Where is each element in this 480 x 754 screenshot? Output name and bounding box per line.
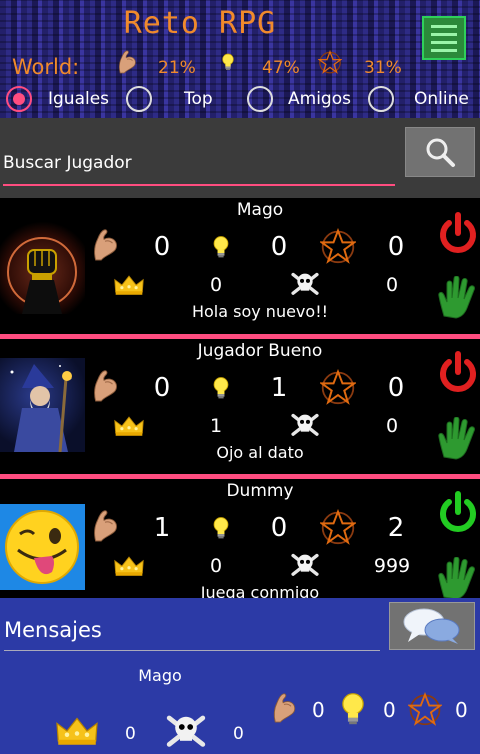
pentagram-icon: [408, 692, 442, 726]
message-kills-value: 0: [233, 724, 244, 744]
wisdom-value: 0: [270, 232, 288, 262]
message-magic-value: 0: [455, 698, 468, 722]
pentagram-icon: [318, 50, 342, 74]
wisdom-value: 0: [270, 513, 288, 543]
chat-button[interactable]: [389, 602, 475, 650]
kills-value: 999: [373, 555, 411, 577]
pentagram-icon: [320, 228, 356, 264]
arm-icon: [90, 228, 120, 262]
arm-icon: [90, 369, 120, 403]
crown-icon: [113, 274, 145, 296]
message-crowns-value: 0: [125, 724, 136, 744]
skull-icon: [288, 270, 322, 296]
player-name: Mago: [236, 200, 284, 220]
arm-icon: [116, 49, 138, 75]
messages-panel: Mensajes Mago 0 0 0 0 0: [0, 598, 480, 754]
strength-value: 1: [153, 513, 171, 543]
fist-icon: [0, 220, 85, 314]
radio-amigos[interactable]: [247, 86, 273, 112]
magic-value: 0: [387, 373, 405, 403]
player-card[interactable]: Jugador Bueno 0 1 0 1 0 Ojo al dato: [0, 339, 480, 475]
magic-value: 0: [387, 232, 405, 262]
power-icon[interactable]: [436, 212, 480, 256]
crown-icon: [113, 555, 145, 577]
radio-iguales[interactable]: [6, 86, 32, 112]
message-strength-value: 0: [312, 698, 325, 722]
world-strength-percent: 21%: [158, 58, 196, 78]
app-title: Reto RPG: [123, 6, 277, 41]
search-icon: [426, 138, 455, 167]
message-sender-name: Mago: [138, 666, 182, 685]
radio-top[interactable]: [126, 86, 152, 112]
messages-title: Mensajes: [4, 618, 102, 642]
arm-icon: [90, 509, 120, 543]
search-underline: [3, 184, 395, 186]
lightbulb-icon: [210, 515, 232, 541]
player-card[interactable]: Dummy 1 0 2 0 999 Juega conmigo: [0, 479, 480, 615]
filter-radio-group: Iguales Top Amigos Online: [0, 84, 480, 114]
crowns-value: 1: [209, 415, 223, 437]
winking-emoji-icon: [0, 504, 85, 590]
search-bar: [0, 118, 480, 198]
hand-icon[interactable]: [436, 417, 480, 461]
world-label: World:: [12, 55, 80, 79]
crown-icon: [113, 415, 145, 437]
lightbulb-icon: [210, 234, 232, 260]
power-icon[interactable]: [436, 491, 480, 535]
strength-value: 0: [153, 232, 171, 262]
player-message: Ojo al dato: [216, 443, 304, 462]
skull-icon: [288, 551, 322, 577]
header: Reto RPG World: 21% 47% 31% Iguales Top …: [0, 0, 480, 118]
strength-value: 0: [153, 373, 171, 403]
world-magic-percent: 31%: [364, 58, 402, 78]
radio-label-top[interactable]: Top: [184, 89, 213, 109]
skull-icon: [288, 411, 322, 437]
world-wisdom-percent: 47%: [262, 58, 300, 78]
hand-icon[interactable]: [436, 276, 480, 320]
chat-bubbles-icon: [403, 608, 460, 644]
power-icon[interactable]: [436, 351, 480, 395]
pentagram-icon: [320, 509, 356, 545]
radio-label-iguales[interactable]: Iguales: [48, 89, 109, 109]
player-message: Hola soy nuevo!!: [191, 302, 329, 321]
menu-button[interactable]: [422, 16, 466, 60]
crown-icon: [54, 716, 100, 746]
lightbulb-icon: [336, 690, 370, 728]
kills-value: 0: [385, 415, 399, 437]
search-input[interactable]: [3, 146, 395, 180]
wisdom-value: 1: [270, 373, 288, 403]
messages-underline: [4, 650, 380, 651]
player-name: Dummy: [226, 481, 294, 501]
crowns-value: 0: [209, 274, 223, 296]
lightbulb-icon: [210, 375, 232, 401]
pentagram-icon: [320, 369, 356, 405]
radio-label-online[interactable]: Online: [414, 89, 469, 109]
kills-value: 0: [385, 274, 399, 296]
skull-icon: [162, 712, 210, 748]
player-name: Jugador Bueno: [197, 341, 323, 361]
wizard-icon: [0, 358, 85, 452]
radio-online[interactable]: [368, 86, 394, 112]
message-wisdom-value: 0: [383, 698, 396, 722]
search-button[interactable]: [405, 127, 475, 177]
player-card[interactable]: Mago 0 0 0 0 0 Hola soy nuevo!!: [0, 198, 480, 334]
radio-label-amigos[interactable]: Amigos: [288, 89, 351, 109]
lightbulb-icon: [220, 52, 236, 72]
arm-icon: [270, 692, 298, 724]
magic-value: 2: [387, 513, 405, 543]
menu-icon: [431, 24, 457, 28]
hand-icon[interactable]: [436, 557, 480, 601]
crowns-value: 0: [209, 555, 223, 577]
